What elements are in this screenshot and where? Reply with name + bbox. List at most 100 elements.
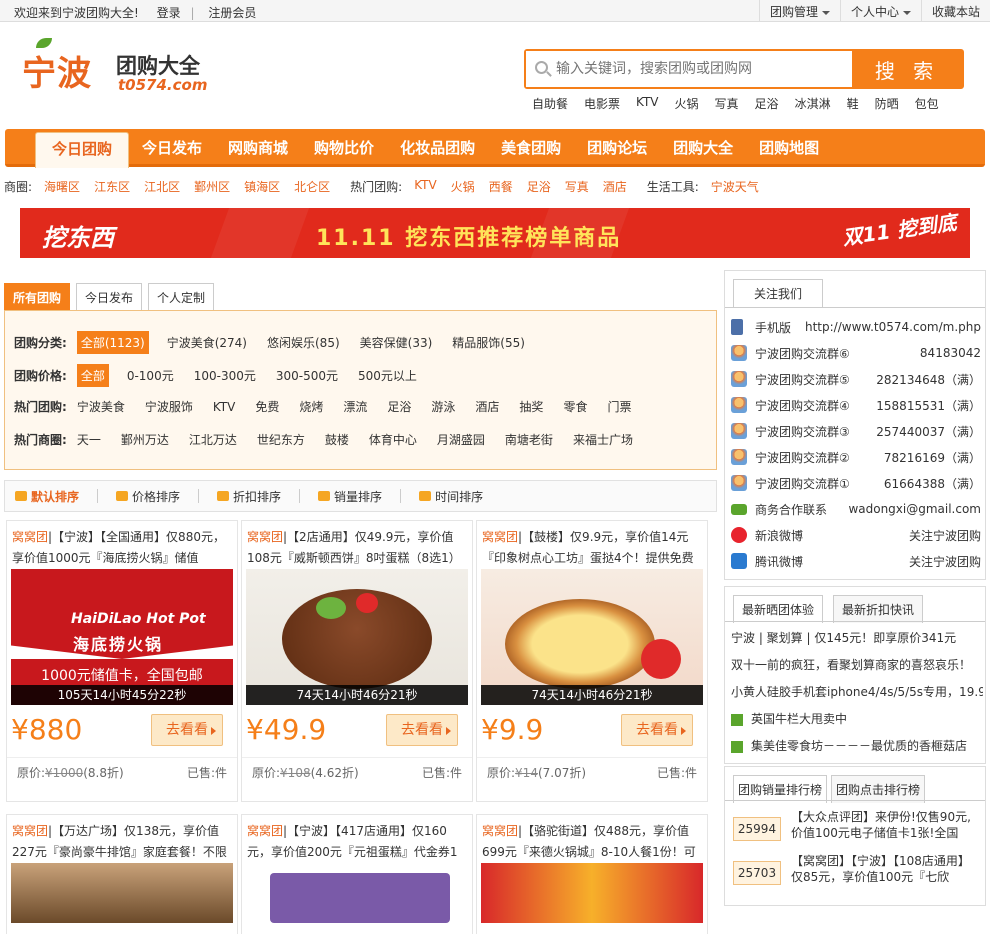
filter-option[interactable]: 酒店 bbox=[475, 398, 499, 415]
filter-option[interactable]: 免费 bbox=[255, 398, 279, 415]
filter-option[interactable]: 门票 bbox=[607, 398, 631, 415]
hot-keyword-link[interactable]: 鞋 bbox=[847, 95, 859, 112]
hot-keyword-link[interactable]: 自助餐 bbox=[532, 95, 568, 112]
deal-tab[interactable]: 今日发布 bbox=[76, 283, 143, 310]
filter-option[interactable]: 全部(1123) bbox=[76, 331, 149, 354]
search-input[interactable] bbox=[526, 51, 852, 87]
deal-tab[interactable]: 个人定制 bbox=[148, 283, 215, 310]
site-logo[interactable]: 宁波 团购大全 t0574.com bbox=[22, 38, 222, 100]
menu-bookmark-site[interactable]: 收藏本站 bbox=[920, 0, 990, 22]
hot-deal-link[interactable]: 酒店 bbox=[603, 178, 627, 195]
view-deal-button[interactable]: 去看看 bbox=[151, 714, 223, 746]
hot-deal-link[interactable]: KTV bbox=[414, 178, 436, 195]
sort-option[interactable]: 默认排序 bbox=[15, 488, 79, 505]
hot-deal-link[interactable]: 西餐 bbox=[489, 178, 513, 195]
filter-option[interactable]: 美容保健(33) bbox=[360, 334, 433, 351]
hot-keyword-link[interactable]: KTV bbox=[636, 95, 658, 112]
rank-item[interactable]: 25703 【窝窝团】【宁波】【108店通用】仅85元，享价值100元『七欣 bbox=[733, 853, 983, 893]
rank-title[interactable]: 【大众点评团】来伊份!仅售90元,价值100元电子储值卡1张!全国 bbox=[791, 809, 981, 843]
filter-option[interactable]: 悠闲娱乐(85) bbox=[267, 334, 340, 351]
nav-item[interactable]: 团购大全 bbox=[660, 129, 746, 167]
district-link[interactable]: 海曙区 bbox=[44, 178, 80, 195]
tool-link[interactable]: 宁波天气 bbox=[711, 178, 759, 195]
nav-item[interactable]: 化妆品团购 bbox=[387, 129, 488, 167]
hot-keyword-link[interactable]: 电影票 bbox=[584, 95, 620, 112]
deal-title[interactable]: 窝窝团|【万达广场】仅138元，享价值227元『豪尚豪牛排馆』家庭套餐！不限 bbox=[12, 821, 232, 861]
filter-option[interactable]: 宁波美食 bbox=[77, 398, 125, 415]
follow-row[interactable]: 宁波团购交流群④ 158815531（满） bbox=[731, 393, 981, 417]
filter-option[interactable]: 抽奖 bbox=[519, 398, 543, 415]
sort-option[interactable]: 销量排序 bbox=[318, 488, 382, 505]
follow-row[interactable]: 宁波团购交流群⑥ 84183042 bbox=[731, 341, 981, 365]
menu-group-manage[interactable]: 团购管理 bbox=[758, 0, 840, 22]
filter-option[interactable]: 500元以上 bbox=[358, 367, 417, 384]
follow-row[interactable]: 宁波团购交流群② 78216169（满） bbox=[731, 445, 981, 469]
filter-option[interactable]: 游泳 bbox=[431, 398, 455, 415]
rank-item[interactable]: 25994 【大众点评团】来伊份!仅售90元,价值100元电子储值卡1张!全国 bbox=[733, 809, 983, 849]
nav-item[interactable]: 网购商城 bbox=[215, 129, 301, 167]
tab-latest-discount[interactable]: 最新折扣快讯 bbox=[833, 595, 924, 623]
follow-row[interactable]: 宁波团购交流群③ 257440037（满） bbox=[731, 419, 981, 443]
news-item[interactable]: 双十一前的疯狂，看聚划算商家的喜怒哀乐！ bbox=[731, 656, 983, 678]
filter-option[interactable]: 江北万达 bbox=[189, 431, 237, 448]
deal-title[interactable]: 窝窝团|【鼓楼】仅9.9元，享价值14元『印象树点心工坊』蛋挞4个！提供免费 bbox=[482, 527, 702, 567]
filter-option[interactable]: 零食 bbox=[563, 398, 587, 415]
filter-option[interactable]: 南塘老街 bbox=[505, 431, 553, 448]
nav-item[interactable]: 今日团购 bbox=[35, 132, 130, 168]
news-item[interactable]: 集美佳零食坊－－－－最优质的香榧菇店 bbox=[731, 737, 983, 759]
district-link[interactable]: 江北区 bbox=[144, 178, 180, 195]
sort-option[interactable]: 时间排序 bbox=[419, 488, 483, 505]
tab-sales-ranking[interactable]: 团购销量排行榜 bbox=[733, 775, 828, 803]
hot-keyword-link[interactable]: 包包 bbox=[915, 95, 939, 112]
hot-deal-link[interactable]: 足浴 bbox=[527, 178, 551, 195]
hot-keyword-link[interactable]: 火锅 bbox=[675, 95, 699, 112]
filter-option[interactable]: 精品服饰(55) bbox=[452, 334, 525, 351]
deal-image[interactable] bbox=[246, 863, 468, 923]
nav-item[interactable]: 美食团购 bbox=[488, 129, 574, 167]
hot-keyword-link[interactable]: 冰淇淋 bbox=[795, 95, 831, 112]
deal-card[interactable]: 窝窝团|【2店通用】仅49.9元，享价值108元『威斯顿西饼』8吋蛋糕（8选1）… bbox=[241, 520, 473, 802]
deal-card[interactable]: 窝窝团|【万达广场】仅138元，享价值227元『豪尚豪牛排馆』家庭套餐！不限 bbox=[6, 814, 238, 934]
nav-item[interactable]: 团购论坛 bbox=[574, 129, 660, 167]
deal-tab[interactable]: 所有团购 bbox=[4, 283, 71, 310]
filter-option[interactable]: 全部 bbox=[76, 364, 109, 387]
deal-title[interactable]: 窝窝团|【骆驼街道】仅488元，享价值699元『来德火锅城』8-10人餐1份！可 bbox=[482, 821, 702, 861]
follow-row[interactable]: 商务合作联系 wadongxi@gmail.com bbox=[731, 497, 981, 521]
deal-card[interactable]: 窝窝团|【宁波】【417店通用】仅160元，享价值200元『元祖蛋糕』代金券1 bbox=[241, 814, 473, 934]
filter-option[interactable]: KTV bbox=[213, 400, 235, 414]
tab-latest-experience[interactable]: 最新晒团体验 bbox=[733, 595, 824, 623]
hot-keyword-link[interactable]: 足浴 bbox=[755, 95, 779, 112]
view-deal-button[interactable]: 去看看 bbox=[386, 714, 458, 746]
deal-image[interactable] bbox=[481, 863, 703, 923]
nav-item[interactable]: 购物比价 bbox=[301, 129, 387, 167]
district-link[interactable]: 江东区 bbox=[94, 178, 130, 195]
follow-row[interactable]: 腾讯微博 关注宁波团购 bbox=[731, 549, 981, 573]
filter-option[interactable]: 漂流 bbox=[343, 398, 367, 415]
search-button[interactable]: 搜 索 bbox=[852, 51, 962, 87]
hot-deal-link[interactable]: 火锅 bbox=[451, 178, 475, 195]
district-link[interactable]: 镇海区 bbox=[244, 178, 280, 195]
filter-option[interactable]: 鼓楼 bbox=[325, 431, 349, 448]
filter-option[interactable]: 天一 bbox=[77, 431, 101, 448]
nav-item[interactable]: 今日发布 bbox=[129, 129, 215, 167]
hot-keyword-link[interactable]: 写真 bbox=[715, 95, 739, 112]
deal-title[interactable]: 窝窝团|【宁波】【全国通用】仅880元，享价值1000元『海底捞火锅』储值 bbox=[12, 527, 232, 567]
filter-option[interactable]: 月湖盛园 bbox=[437, 431, 485, 448]
deal-image[interactable] bbox=[11, 863, 233, 923]
tab-click-ranking[interactable]: 团购点击排行榜 bbox=[831, 775, 926, 803]
login-link[interactable]: 登录 bbox=[157, 6, 181, 20]
sort-option[interactable]: 折扣排序 bbox=[217, 488, 281, 505]
deal-title[interactable]: 窝窝团|【2店通用】仅49.9元，享价值108元『威斯顿西饼』8吋蛋糕（8选1）… bbox=[247, 527, 467, 567]
filter-option[interactable]: 世纪东方 bbox=[257, 431, 305, 448]
follow-row[interactable]: 手机版 http://www.t0574.com/m.php bbox=[731, 315, 981, 339]
filter-option[interactable]: 烧烤 bbox=[299, 398, 323, 415]
filter-option[interactable]: 体育中心 bbox=[369, 431, 417, 448]
nav-item[interactable]: 团购地图 bbox=[746, 129, 832, 167]
rank-title[interactable]: 【窝窝团】【宁波】【108店通用】仅85元，享价值100元『七欣 bbox=[791, 853, 981, 887]
deal-card[interactable]: 窝窝团|【宁波】【全国通用】仅880元，享价值1000元『海底捞火锅』储值 Ha… bbox=[6, 520, 238, 802]
filter-option[interactable]: 宁波服饰 bbox=[145, 398, 193, 415]
news-item[interactable]: 宁波 | 聚划算 | 仅145元！即享原价341元 bbox=[731, 629, 983, 651]
filter-option[interactable]: 来福士广场 bbox=[573, 431, 633, 448]
register-link[interactable]: 注册会员 bbox=[208, 6, 256, 20]
filter-option[interactable]: 足浴 bbox=[387, 398, 411, 415]
